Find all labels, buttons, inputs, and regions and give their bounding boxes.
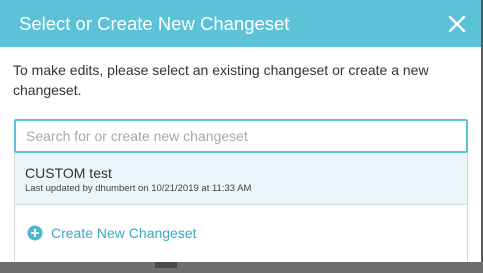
changeset-list-item[interactable]: CUSTOM test Last updated by dhumbert on … — [15, 153, 467, 205]
dialog-header: Select or Create New Changeset — [0, 0, 481, 47]
changeset-dropdown: CUSTOM test Last updated by dhumbert on … — [14, 153, 468, 261]
changeset-dialog: Select or Create New Changeset To make e… — [0, 0, 483, 262]
changeset-last-updated: Last updated by dhumbert on 10/21/2019 a… — [25, 183, 252, 194]
create-new-changeset-button[interactable]: Create New Changeset — [15, 215, 467, 251]
plus-circle-icon — [27, 225, 43, 241]
dialog-title: Select or Create New Changeset — [19, 13, 290, 34]
background-handle — [155, 262, 177, 268]
changeset-name: CUSTOM test — [25, 165, 112, 181]
create-new-changeset-label: Create New Changeset — [51, 225, 197, 241]
changeset-search-input[interactable] — [14, 119, 468, 153]
close-icon[interactable] — [446, 13, 468, 35]
dialog-instructions: To make edits, please select an existing… — [13, 62, 429, 98]
